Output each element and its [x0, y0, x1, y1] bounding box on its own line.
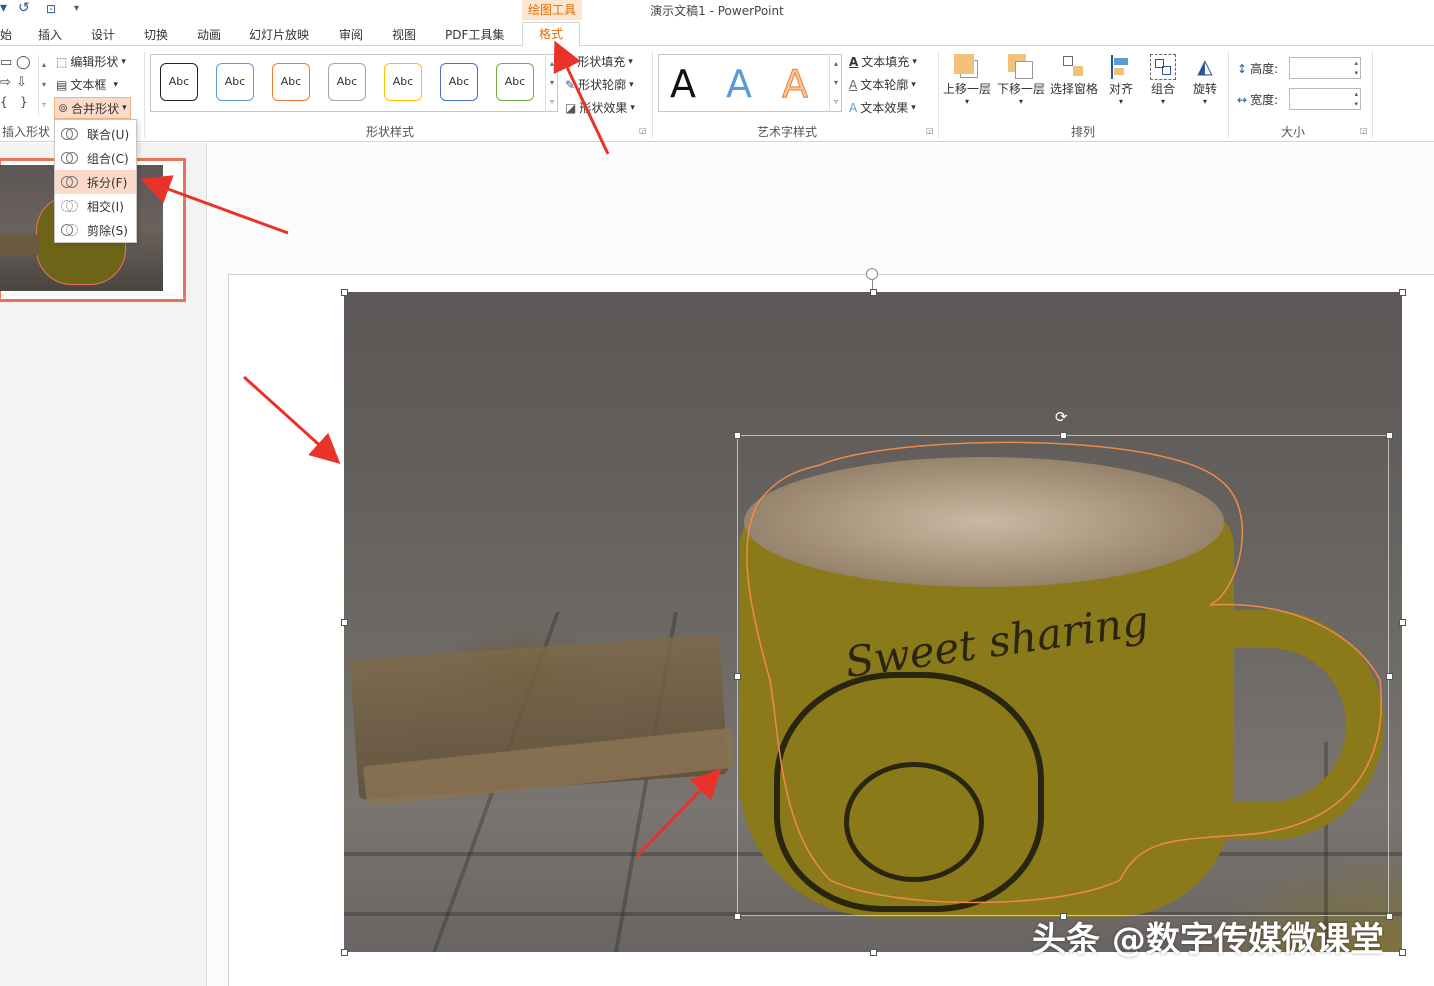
red-arrow-to-photo — [242, 375, 341, 465]
red-arrow-to-fragment — [140, 175, 289, 235]
red-arrow-to-cup — [635, 768, 722, 858]
red-arrow-to-format-tab — [553, 40, 610, 155]
annotation-arrows — [140, 40, 722, 858]
